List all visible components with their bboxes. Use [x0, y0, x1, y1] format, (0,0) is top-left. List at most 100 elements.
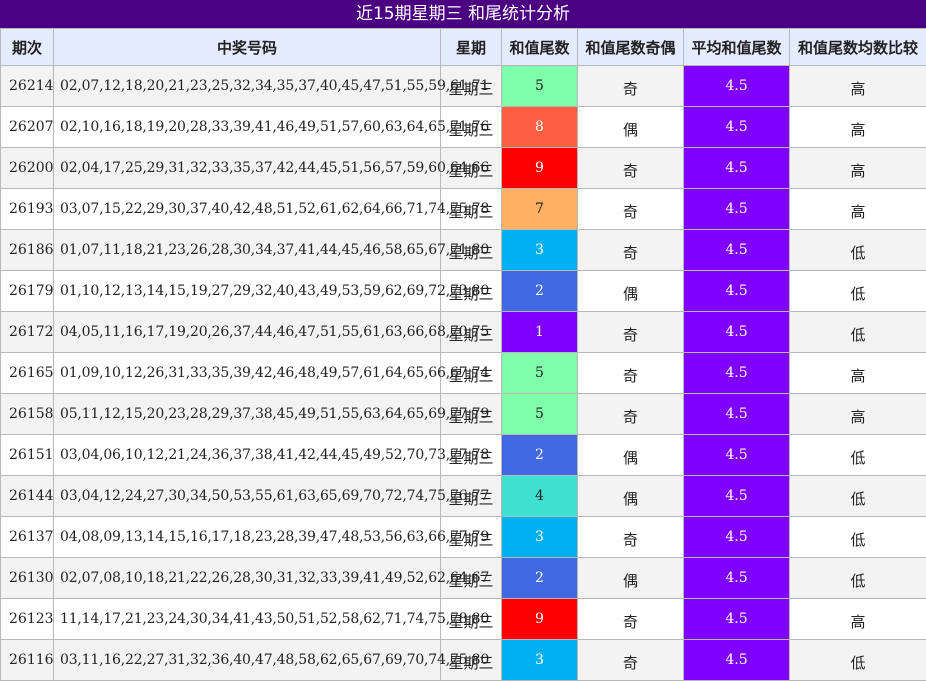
parity-cell: 奇 — [578, 189, 684, 230]
stats-table: 期次 中奖号码 星期 和值尾数 和值尾数奇偶 平均和值尾数 和值尾数均数比较 2… — [0, 28, 926, 681]
parity-cell: 奇 — [578, 230, 684, 271]
numbers-cell: 01,07,11,18,21,23,26,28,30,34,37,41,44,4… — [54, 230, 441, 271]
sum-tail-cell: 2 — [502, 558, 578, 599]
table-row: 2614403,04,12,24,27,30,34,50,53,55,61,63… — [1, 476, 926, 517]
parity-cell: 偶 — [578, 435, 684, 476]
numbers-cell: 01,10,12,13,14,15,19,27,29,32,40,43,49,5… — [54, 271, 441, 312]
weekday-cell: 星期三 — [441, 394, 502, 435]
weekday-cell: 星期三 — [441, 66, 502, 107]
sum-tail-cell: 9 — [502, 148, 578, 189]
avg-tail-cell: 4.5 — [684, 558, 790, 599]
col-header-issue: 期次 — [1, 29, 54, 66]
parity-cell: 偶 — [578, 107, 684, 148]
stats-panel: 近15期星期三 和尾统计分析 期次 中奖号码 星期 和值尾数 和值尾数奇偶 平均… — [0, 0, 926, 681]
issue-cell: 26172 — [1, 312, 54, 353]
weekday-cell: 星期三 — [441, 230, 502, 271]
table-row: 2617204,05,11,16,17,19,20,26,37,44,46,47… — [1, 312, 926, 353]
header-row: 期次 中奖号码 星期 和值尾数 和值尾数奇偶 平均和值尾数 和值尾数均数比较 — [1, 29, 926, 66]
weekday-cell: 星期三 — [441, 312, 502, 353]
weekday-cell: 星期三 — [441, 107, 502, 148]
parity-cell: 奇 — [578, 640, 684, 681]
parity-cell: 偶 — [578, 476, 684, 517]
sum-tail-cell: 3 — [502, 640, 578, 681]
avg-tail-cell: 4.5 — [684, 312, 790, 353]
table-title: 近15期星期三 和尾统计分析 — [0, 0, 926, 28]
sum-tail-cell: 7 — [502, 189, 578, 230]
weekday-cell: 星期三 — [441, 271, 502, 312]
issue-cell: 26144 — [1, 476, 54, 517]
weekday-cell: 星期三 — [441, 517, 502, 558]
table-row: 2616501,09,10,12,26,31,33,35,39,42,46,48… — [1, 353, 926, 394]
numbers-cell: 03,04,12,24,27,30,34,50,53,55,61,63,65,6… — [54, 476, 441, 517]
numbers-cell: 02,04,17,25,29,31,32,33,35,37,42,44,45,5… — [54, 148, 441, 189]
compare-cell: 高 — [790, 107, 926, 148]
avg-tail-cell: 4.5 — [684, 66, 790, 107]
issue-cell: 26193 — [1, 189, 54, 230]
compare-cell: 低 — [790, 476, 926, 517]
sum-tail-cell: 4 — [502, 476, 578, 517]
weekday-cell: 星期三 — [441, 476, 502, 517]
parity-cell: 奇 — [578, 66, 684, 107]
table-row: 2619303,07,15,22,29,30,37,40,42,48,51,52… — [1, 189, 926, 230]
issue-cell: 26123 — [1, 599, 54, 640]
numbers-cell: 02,07,12,18,20,21,23,25,32,34,35,37,40,4… — [54, 66, 441, 107]
col-header-parity: 和值尾数奇偶 — [578, 29, 684, 66]
avg-tail-cell: 4.5 — [684, 107, 790, 148]
col-header-sum-tail: 和值尾数 — [502, 29, 578, 66]
avg-tail-cell: 4.5 — [684, 435, 790, 476]
issue-cell: 26137 — [1, 517, 54, 558]
table-body: 2621402,07,12,18,20,21,23,25,32,34,35,37… — [1, 66, 926, 681]
parity-cell: 奇 — [578, 148, 684, 189]
sum-tail-cell: 2 — [502, 435, 578, 476]
compare-cell: 高 — [790, 394, 926, 435]
compare-cell: 低 — [790, 517, 926, 558]
col-header-avg-tail: 平均和值尾数 — [684, 29, 790, 66]
numbers-cell: 03,04,06,10,12,21,24,36,37,38,41,42,44,4… — [54, 435, 441, 476]
table-row: 2620002,04,17,25,29,31,32,33,35,37,42,44… — [1, 148, 926, 189]
parity-cell: 奇 — [578, 353, 684, 394]
sum-tail-cell: 8 — [502, 107, 578, 148]
avg-tail-cell: 4.5 — [684, 271, 790, 312]
issue-cell: 26158 — [1, 394, 54, 435]
avg-tail-cell: 4.5 — [684, 148, 790, 189]
compare-cell: 高 — [790, 353, 926, 394]
sum-tail-cell: 1 — [502, 312, 578, 353]
compare-cell: 低 — [790, 435, 926, 476]
weekday-cell: 星期三 — [441, 435, 502, 476]
parity-cell: 奇 — [578, 599, 684, 640]
compare-cell: 低 — [790, 640, 926, 681]
sum-tail-cell: 2 — [502, 271, 578, 312]
compare-cell: 低 — [790, 312, 926, 353]
numbers-cell: 02,07,08,10,18,21,22,26,28,30,31,32,33,3… — [54, 558, 441, 599]
avg-tail-cell: 4.5 — [684, 517, 790, 558]
table-row: 2615103,04,06,10,12,21,24,36,37,38,41,42… — [1, 435, 926, 476]
issue-cell: 26116 — [1, 640, 54, 681]
issue-cell: 26130 — [1, 558, 54, 599]
issue-cell: 26186 — [1, 230, 54, 271]
table-row: 2618601,07,11,18,21,23,26,28,30,34,37,41… — [1, 230, 926, 271]
col-header-weekday: 星期 — [441, 29, 502, 66]
compare-cell: 高 — [790, 148, 926, 189]
parity-cell: 奇 — [578, 394, 684, 435]
avg-tail-cell: 4.5 — [684, 394, 790, 435]
sum-tail-cell: 5 — [502, 394, 578, 435]
weekday-cell: 星期三 — [441, 640, 502, 681]
compare-cell: 高 — [790, 599, 926, 640]
table-row: 2611603,11,16,22,27,31,32,36,40,47,48,58… — [1, 640, 926, 681]
weekday-cell: 星期三 — [441, 599, 502, 640]
numbers-cell: 01,09,10,12,26,31,33,35,39,42,46,48,49,5… — [54, 353, 441, 394]
numbers-cell: 03,07,15,22,29,30,37,40,42,48,51,52,61,6… — [54, 189, 441, 230]
table-row: 2613704,08,09,13,14,15,16,17,18,23,28,39… — [1, 517, 926, 558]
issue-cell: 26207 — [1, 107, 54, 148]
issue-cell: 26151 — [1, 435, 54, 476]
parity-cell: 偶 — [578, 558, 684, 599]
compare-cell: 高 — [790, 189, 926, 230]
avg-tail-cell: 4.5 — [684, 353, 790, 394]
issue-cell: 26214 — [1, 66, 54, 107]
table-row: 2612311,14,17,21,23,24,30,34,41,43,50,51… — [1, 599, 926, 640]
numbers-cell: 03,11,16,22,27,31,32,36,40,47,48,58,62,6… — [54, 640, 441, 681]
col-header-compare: 和值尾数均数比较 — [790, 29, 926, 66]
col-header-numbers: 中奖号码 — [54, 29, 441, 66]
avg-tail-cell: 4.5 — [684, 640, 790, 681]
avg-tail-cell: 4.5 — [684, 476, 790, 517]
